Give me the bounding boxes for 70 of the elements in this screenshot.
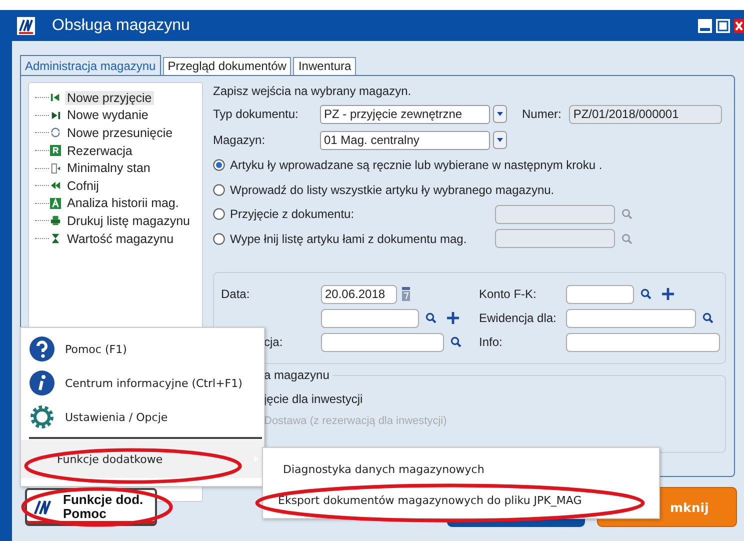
maximize-icon[interactable] xyxy=(716,18,730,32)
account-field[interactable] xyxy=(566,284,634,304)
tree-item-icon xyxy=(50,162,61,174)
logo-icon xyxy=(33,499,53,515)
tree-item[interactable]: Cofnij xyxy=(65,178,101,193)
tab[interactable]: Inwentura xyxy=(293,57,356,75)
tree-item-icon xyxy=(50,127,61,138)
tree-item[interactable]: Drukuj listę magazynu xyxy=(65,214,192,228)
info-label: Info: xyxy=(479,335,504,349)
account-label: Konto F-K: xyxy=(479,287,538,301)
add-icon[interactable] xyxy=(662,288,674,300)
tree-item[interactable]: Nowe przesunięcie xyxy=(65,126,175,140)
option-label[interactable]: jęcie dla inwestycji xyxy=(264,388,363,410)
tree-item-icon xyxy=(50,145,61,156)
document-type-dropdown[interactable]: PZ - przyjęcie zewnętrzne xyxy=(320,104,490,124)
tree-item-icon xyxy=(50,215,61,226)
tree-item[interactable]: Wartość magazynu xyxy=(65,232,176,246)
option-label[interactable]: Wype łnij listę artyku łami z dokumentu mag. xyxy=(230,232,467,246)
radio-button[interactable] xyxy=(213,208,225,220)
search-icon[interactable] xyxy=(702,312,714,324)
window-title: Obsługa magazynu xyxy=(52,16,191,34)
menu-item[interactable]: Pomoc (F1) xyxy=(21,332,264,366)
document-field[interactable] xyxy=(495,229,615,248)
field-label: cja: xyxy=(263,335,284,349)
calendar-icon[interactable] xyxy=(402,287,410,301)
menu-item[interactable]: Ustawienia / Opcje xyxy=(21,400,264,434)
tree-item[interactable]: Rezerwacja xyxy=(65,144,134,158)
radio-button[interactable] xyxy=(213,159,225,172)
close-icon[interactable] xyxy=(734,18,744,32)
search-icon[interactable] xyxy=(425,312,437,324)
tree-item-icon xyxy=(50,198,61,209)
tree-item[interactable]: Minimalny stan xyxy=(65,161,152,176)
info-field[interactable] xyxy=(566,332,720,352)
help-icon xyxy=(29,336,55,362)
document-field[interactable] xyxy=(495,204,615,224)
document-type-label: Typ dokumentu: xyxy=(213,107,300,121)
text-field[interactable] xyxy=(321,308,419,328)
tree-item-icon xyxy=(50,110,61,121)
text-field[interactable] xyxy=(321,332,444,352)
app-logo-icon xyxy=(17,16,35,34)
tree-item-icon xyxy=(50,92,61,104)
option-label[interactable]: Wprowadź do listy wszystkie artyku ły wybranego magazynu. xyxy=(230,182,554,197)
tree-item[interactable]: Nowe przyjęcie xyxy=(65,90,154,105)
option-label[interactable]: Przyjęcie z dokumentu: xyxy=(230,207,354,222)
minimize-icon[interactable] xyxy=(698,18,712,32)
date-label: Data: xyxy=(221,287,251,301)
search-icon[interactable] xyxy=(640,288,652,300)
register-field[interactable] xyxy=(566,308,696,328)
add-icon[interactable] xyxy=(447,312,459,324)
date-field[interactable]: 20.06.2018 xyxy=(321,284,397,304)
menu-item[interactable]: Diagnostyka danych magazynowych xyxy=(263,454,659,485)
tab[interactable]: Administracja magazynu xyxy=(20,55,161,75)
tree-item[interactable]: Nowe wydanie xyxy=(65,108,150,122)
number-label: Numer: xyxy=(522,107,562,121)
tab[interactable]: Przegląd dokumentów xyxy=(162,57,292,75)
radio-button[interactable] xyxy=(213,184,225,196)
settings-icon xyxy=(29,404,55,430)
menu-item[interactable]: Centrum informacyjne (Ctrl+F1) xyxy=(21,366,264,400)
tree-item[interactable]: Analiza historii mag. xyxy=(65,196,181,210)
warehouse-dropdown[interactable]: 01 Mag. centralny xyxy=(320,130,490,150)
tree-item-icon xyxy=(50,180,61,192)
option-label[interactable]: Artyku ły wprowadzane są ręcznie lub wybierane w następnym kroku . xyxy=(230,158,602,172)
tree-item-icon xyxy=(50,233,61,244)
radio-button[interactable] xyxy=(213,232,225,245)
number-field[interactable]: PZ/01/2018/000001 xyxy=(569,104,722,124)
search-icon[interactable] xyxy=(450,336,462,348)
info-icon xyxy=(29,370,55,396)
warehouse-label: Magazyn: xyxy=(213,133,266,147)
register-label: Ewidencja dla: xyxy=(479,311,558,325)
intro-text: Zapisz wejścia na wybrany magazyn. xyxy=(213,83,412,100)
